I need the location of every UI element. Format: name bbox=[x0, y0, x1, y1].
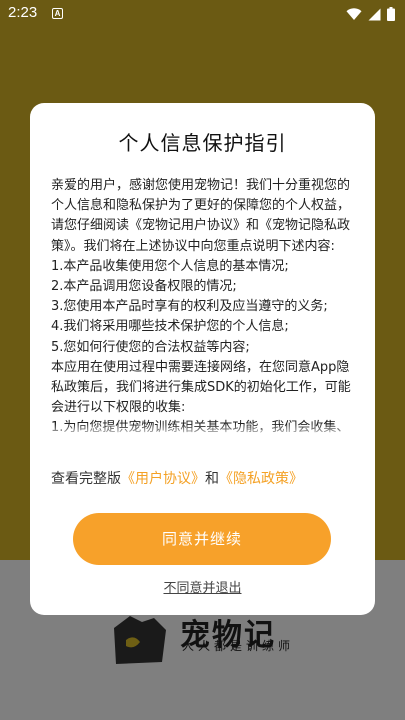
policy-links-line: 查看完整版《用户协议》和《隐私政策》 bbox=[51, 468, 303, 488]
scroll-fade bbox=[51, 424, 356, 438]
policy-paragraph: 本应用在使用过程中需要连接网络，在您同意App隐私政策后，我们将进行集成SDK的… bbox=[51, 359, 351, 416]
policy-paragraph: 2.本产品调用您设备权限的情况; bbox=[51, 279, 237, 295]
policy-text-scroll[interactable]: 亲爱的用户，感谢您使用宠物记！我们十分重视您的个人信息和隐私保护为了更好的保障您… bbox=[51, 176, 356, 438]
links-prefix: 查看完整版 bbox=[51, 471, 121, 487]
user-agreement-link[interactable]: 《用户协议》 bbox=[121, 471, 205, 487]
battery-icon bbox=[387, 7, 395, 21]
status-bar: 2:23 A bbox=[0, 0, 405, 28]
notification-a-icon: A bbox=[52, 8, 63, 19]
policy-paragraph: 亲爱的用户，感谢您使用宠物记！我们十分重视您的个人信息和隐私保护为了更好的保障您… bbox=[51, 178, 351, 254]
privacy-dialog: 个人信息保护指引 亲爱的用户，感谢您使用宠物记！我们十分重视您的个人信息和隐私保… bbox=[30, 103, 375, 615]
links-conjunction: 和 bbox=[205, 471, 219, 487]
policy-paragraph: 4.我们将采用哪些技术保护您的个人信息; bbox=[51, 319, 289, 335]
agree-continue-button[interactable]: 同意并继续 bbox=[73, 513, 331, 565]
status-time: 2:23 bbox=[8, 4, 38, 21]
status-icons bbox=[346, 7, 395, 21]
privacy-policy-link[interactable]: 《隐私政策》 bbox=[219, 471, 303, 487]
policy-paragraph: 5.您如何行使您的合法权益等内容; bbox=[51, 339, 250, 355]
brand-slogan: 人人都是训练师 bbox=[182, 639, 295, 653]
signal-icon bbox=[368, 8, 381, 20]
wifi-icon bbox=[346, 7, 362, 20]
policy-paragraph: 3.您使用本产品时享有的权利及应当遵守的义务; bbox=[51, 299, 328, 315]
dialog-title: 个人信息保护指引 bbox=[118, 131, 287, 155]
disagree-exit-button[interactable]: 不同意并退出 bbox=[30, 577, 375, 596]
policy-paragraph: 1.本产品收集使用您个人信息的基本情况; bbox=[51, 258, 289, 274]
